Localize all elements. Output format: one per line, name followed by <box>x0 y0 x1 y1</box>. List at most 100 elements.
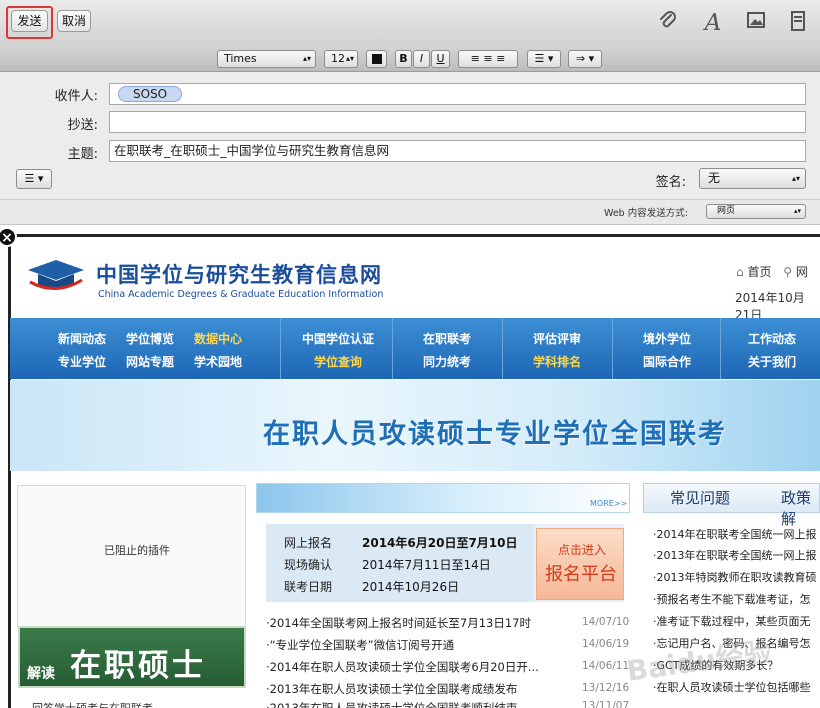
send-button[interactable]: 发送 <box>11 10 48 32</box>
send-as-value: 网页 <box>717 206 736 216</box>
reg-value: 2014年7月11日至14日 <box>362 558 491 572</box>
send-as-select[interactable]: 网页 ▴▾ <box>706 204 806 219</box>
subject-field[interactable]: 在职联考_在职硕士_中国学位与研究生教育信息网 <box>109 140 806 162</box>
align-right-icon[interactable]: ≡ <box>496 52 505 65</box>
signature-value: 无 <box>708 171 721 185</box>
nav-foreign-degree[interactable]: 境外学位 <box>643 330 691 347</box>
nav-topics[interactable]: 网站专题 <box>126 353 174 370</box>
attachment-border-top <box>8 234 820 237</box>
site-subtitle: China Academic Degrees & Graduate Educat… <box>98 289 384 300</box>
updown-icon: ▴▾ <box>793 207 801 215</box>
italic-button[interactable]: I <box>413 50 430 68</box>
stationery-icon[interactable] <box>785 10 811 36</box>
nav-professional-degree[interactable]: 专业学位 <box>58 353 106 370</box>
subject-label: 主题: <box>67 147 98 162</box>
reg-label: 现场确认 <box>284 558 333 572</box>
list-icon: ☰ ▾ <box>534 52 554 65</box>
faq-item[interactable]: ·预报名考生不能下载准考证，怎 <box>653 591 811 607</box>
promo-label-a: 解读 <box>27 666 55 682</box>
nav-joint-exam[interactable]: 在职联考 <box>423 330 471 347</box>
signature-label: 签名: <box>655 175 686 190</box>
news-item[interactable]: ·2014年在职人员攻读硕士学位全国联考6月20日开... <box>266 659 539 675</box>
to-label: 收件人: <box>54 89 98 104</box>
news-date: 13/12/16 <box>582 682 630 694</box>
paperclip-icon[interactable] <box>655 10 681 36</box>
nav-degree-cert[interactable]: 中国学位认证 <box>302 330 374 347</box>
nav-intl-coop[interactable]: 国际合作 <box>643 353 691 370</box>
nav-news[interactable]: 新闻动态 <box>58 330 106 347</box>
news-item[interactable]: ·2014年全国联考网上报名时间延长至7月13日17时 <box>266 615 531 631</box>
reg-value: 2014年10月26日 <box>362 580 460 594</box>
blocked-plugin-label: 已阻止的插件 <box>104 544 170 557</box>
photo-browser-icon[interactable] <box>743 10 769 36</box>
reg-label: 网上报名 <box>284 536 333 550</box>
align-center-icon[interactable]: ≡ <box>483 52 492 65</box>
list-select[interactable]: ☰ ▾ <box>527 50 561 68</box>
send-format-row: Web 内容发送方式: 网页 ▴▾ <box>0 199 820 224</box>
nav-evaluation[interactable]: 评估评审 <box>533 330 581 347</box>
header-options-menu[interactable]: ☰ ▾ <box>16 169 52 189</box>
cc-label: 抄送: <box>67 118 98 133</box>
updown-icon: ▴▾ <box>302 54 311 63</box>
nav-degree-expo[interactable]: 学位博览 <box>126 330 174 347</box>
home-link[interactable]: ⌂ 首页 ⚲ 网 <box>736 263 808 280</box>
news-date: 14/06/19 <box>582 638 630 650</box>
cc-field[interactable] <box>109 111 806 133</box>
faq-item[interactable]: ·2013年特岗教师在职攻读教育硕 <box>653 569 817 585</box>
news-date: 14/07/10 <box>582 616 630 628</box>
tab-faq[interactable]: 常见问题 <box>670 487 730 508</box>
register-button-line2: 报名平台 <box>545 564 617 585</box>
register-button-line1: 点击进入 <box>558 543 607 557</box>
font-select-value: Times <box>224 52 257 65</box>
news-item[interactable]: ·2013年在职人员攻读硕士学位全国联考顺利结束 <box>266 700 517 708</box>
underline-button[interactable]: U <box>431 50 450 68</box>
map-link-label: 网 <box>795 265 808 279</box>
size-select[interactable]: 12 ▴▾ <box>324 50 358 68</box>
house-icon: ⌂ <box>736 265 744 279</box>
promo-label-b: 在职硕士 <box>70 648 206 684</box>
banner-title: 在职人员攻读硕士专业学位全国联考 <box>263 419 727 450</box>
align-group[interactable]: ≡ ≡ ≡ <box>458 50 518 68</box>
to-field[interactable]: SOSO <box>109 83 806 105</box>
home-label: 首页 <box>747 265 772 279</box>
nav-discipline-rank[interactable]: 学科排名 <box>533 353 581 370</box>
more-link[interactable]: MORE>> <box>590 499 627 508</box>
nav-academic[interactable]: 学术园地 <box>194 353 242 370</box>
reg-label: 联考日期 <box>284 580 333 594</box>
news-item[interactable]: ·2013年在职人员攻读硕士学位全国联考成绩发布 <box>266 681 517 697</box>
site-nav: 新闻动态 专业学位 学位博览 网站专题 数据中心 学术园地 中国学位认证 学位查… <box>10 318 820 379</box>
left-link[interactable]: 回答学士硕考与在职联考 <box>32 700 153 708</box>
cancel-button[interactable]: 取消 <box>57 10 91 32</box>
recipient-token[interactable]: SOSO <box>118 86 183 102</box>
color-swatch <box>371 54 382 64</box>
color-button[interactable] <box>366 50 387 68</box>
faq-item[interactable]: ·2014年在职联考全国统一网上报 <box>653 526 817 542</box>
indent-select[interactable]: ⇒ ▾ <box>568 50 602 68</box>
nav-work-news[interactable]: 工作动态 <box>748 330 796 347</box>
faq-item[interactable]: ·准考证下载过程中，某些页面无 <box>653 613 811 629</box>
align-left-icon[interactable]: ≡ <box>471 52 480 65</box>
updown-icon: ▴▾ <box>791 174 800 183</box>
signature-select[interactable]: 无 ▴▾ <box>699 168 806 189</box>
bold-button[interactable]: B <box>395 50 412 68</box>
send-as-label: Web 内容发送方式: <box>604 208 688 219</box>
mail-toolbar: 发送 取消 A <box>0 0 820 45</box>
faq-item[interactable]: ·2013年在职联考全国统一网上报 <box>653 547 817 563</box>
size-select-value: 12 <box>331 52 345 65</box>
indent-icon: ⇒ ▾ <box>575 52 595 65</box>
news-item[interactable]: ·“专业学位全国联考”微信订阅号开通 <box>266 637 454 653</box>
fonts-icon[interactable]: A <box>700 10 726 36</box>
news-date: 14/06/11 <box>582 660 630 672</box>
nav-degree-search[interactable]: 学位查询 <box>314 353 362 370</box>
nav-equiv-exam[interactable]: 同力统考 <box>423 353 471 370</box>
nav-about[interactable]: 关于我们 <box>748 353 796 370</box>
font-select[interactable]: Times ▴▾ <box>217 50 316 68</box>
format-bar: Times ▴▾ 12 ▴▾ B I U ≡ ≡ ≡ ☰ ▾ ⇒ ▾ <box>0 45 820 72</box>
location-pin-icon: ⚲ <box>783 265 793 279</box>
nav-data-center[interactable]: 数据中心 <box>194 330 242 347</box>
news-date: 13/11/07 <box>582 700 630 708</box>
site-title: 中国学位与研究生教育信息网 <box>96 263 382 287</box>
tab-policy[interactable]: 政策解 <box>781 487 820 529</box>
reg-value: 2014年6月20日至7月10日 <box>362 536 518 550</box>
list-icon: ☰ ▾ <box>24 172 44 185</box>
